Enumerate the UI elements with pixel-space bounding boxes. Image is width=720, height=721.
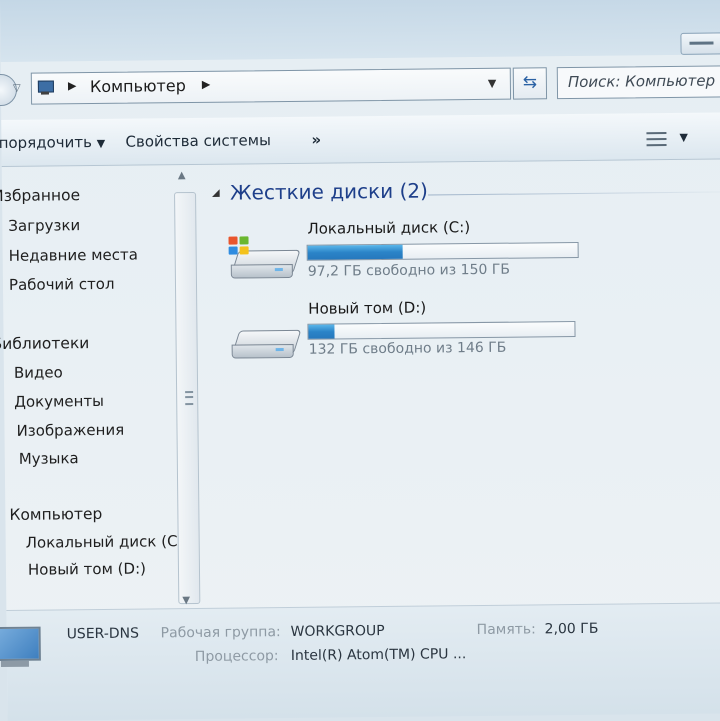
nav-pictures[interactable]: Изображения — [16, 421, 124, 440]
computer-icon — [0, 626, 45, 672]
collapse-group-icon[interactable]: ◢ — [212, 188, 220, 199]
drive-c-free-space: 97,2 ГБ свободно из 150 ГБ — [307, 261, 511, 280]
nav-desktop[interactable]: Рабочий стол — [9, 275, 115, 294]
breadcrumb-computer[interactable]: Компьютер — [90, 76, 186, 96]
minimize-icon — [689, 41, 714, 45]
drive-c-usage-fill — [307, 244, 403, 260]
breadcrumb-arrow-icon[interactable]: ▶ — [202, 78, 211, 91]
windows-drive-icon[interactable] — [228, 236, 301, 281]
group-divider — [428, 191, 720, 196]
drive-c-name[interactable]: Локальный диск (C:) — [307, 218, 470, 238]
drive-d-name[interactable]: Новый том (D:) — [308, 299, 426, 318]
nav-drive-c[interactable]: Локальный диск (C:) — [26, 532, 189, 552]
computer-icon — [36, 80, 56, 95]
content-pane: ◢ Жесткие диски (2) Локальный диск (C:) … — [202, 159, 720, 605]
change-view-icon[interactable] — [646, 130, 667, 148]
memory-label: Память: — [476, 621, 536, 639]
processor-value: Intel(R) Atom(TM) CPU ... — [290, 646, 467, 664]
nav-video[interactable]: Видео — [14, 363, 63, 382]
group-title[interactable]: Жесткие диски (2) — [230, 179, 428, 205]
nav-scrollbar[interactable]: ▲ ▼ — [172, 170, 201, 606]
drive-c-usage-bar — [306, 241, 579, 261]
scroll-thumb[interactable] — [174, 191, 201, 605]
memory-value: 2,00 ГБ — [544, 620, 599, 638]
breadcrumb-arrow-icon[interactable]: ▶ — [68, 79, 77, 92]
search-input[interactable]: Поиск: Компьютер — [556, 65, 720, 100]
drive-d-usage-fill — [308, 324, 335, 339]
nav-documents[interactable]: Документы — [14, 392, 104, 411]
search-placeholder: Поиск: Компьютер — [567, 71, 716, 92]
drive-icon[interactable] — [231, 316, 302, 361]
history-dropdown-icon[interactable]: ▽ — [13, 83, 21, 94]
nav-drive-d[interactable]: Новый том (D:) — [28, 560, 146, 579]
view-options-dropdown-icon[interactable]: ▼ — [679, 131, 688, 144]
grip-icon — [185, 390, 194, 406]
minimize-button[interactable] — [680, 32, 720, 55]
address-dropdown-icon[interactable]: ▼ — [488, 77, 497, 90]
computer-name: USER-DNS — [66, 625, 140, 643]
chevron-down-icon: ▼ — [96, 136, 106, 150]
workgroup-label: Рабочая группа: — [160, 624, 281, 642]
system-properties-button[interactable]: Свойства системы — [125, 131, 271, 151]
drive-d-free-space: 132 ГБ свободно из 146 ГБ — [308, 339, 507, 358]
explorer-window: ▽ ▶ Компьютер ▶ ▼ ⇆ Поиск: Компьютер Упо… — [0, 0, 720, 721]
nav-downloads[interactable]: Загрузки — [8, 216, 80, 235]
nav-favorites[interactable]: Избранное — [0, 186, 80, 205]
address-row: ▽ ▶ Компьютер ▶ ▼ ⇆ Поиск: Компьютер — [0, 60, 720, 112]
nav-recent-places[interactable]: Недавние места — [9, 246, 138, 265]
drive-d-usage-bar — [307, 320, 576, 340]
organize-button[interactable]: Упорядочить ▼ — [0, 133, 105, 152]
refresh-icon: ⇆ — [522, 72, 538, 93]
nav-libraries[interactable]: Библиотеки — [0, 334, 89, 353]
scroll-down-icon[interactable]: ▼ — [182, 595, 190, 606]
workgroup-value: WORKGROUP — [290, 623, 385, 640]
title-bar — [0, 0, 720, 62]
organize-label: Упорядочить — [0, 133, 93, 153]
windows-logo-icon — [228, 236, 250, 256]
processor-label: Процессор: — [194, 648, 279, 665]
scroll-up-icon[interactable]: ▲ — [178, 170, 186, 181]
details-pane: USER-DNS Рабочая группа: WORKGROUP Памят… — [0, 602, 720, 721]
nav-computer[interactable]: Компьютер — [9, 505, 102, 524]
address-bar[interactable]: ▶ Компьютер ▶ ▼ — [30, 67, 512, 105]
nav-music[interactable]: Музыка — [19, 449, 79, 468]
command-bar: Упорядочить ▼ Свойства системы » ▼ — [0, 112, 720, 167]
refresh-button[interactable]: ⇆ — [512, 67, 548, 100]
more-commands-button[interactable]: » — [311, 131, 321, 149]
